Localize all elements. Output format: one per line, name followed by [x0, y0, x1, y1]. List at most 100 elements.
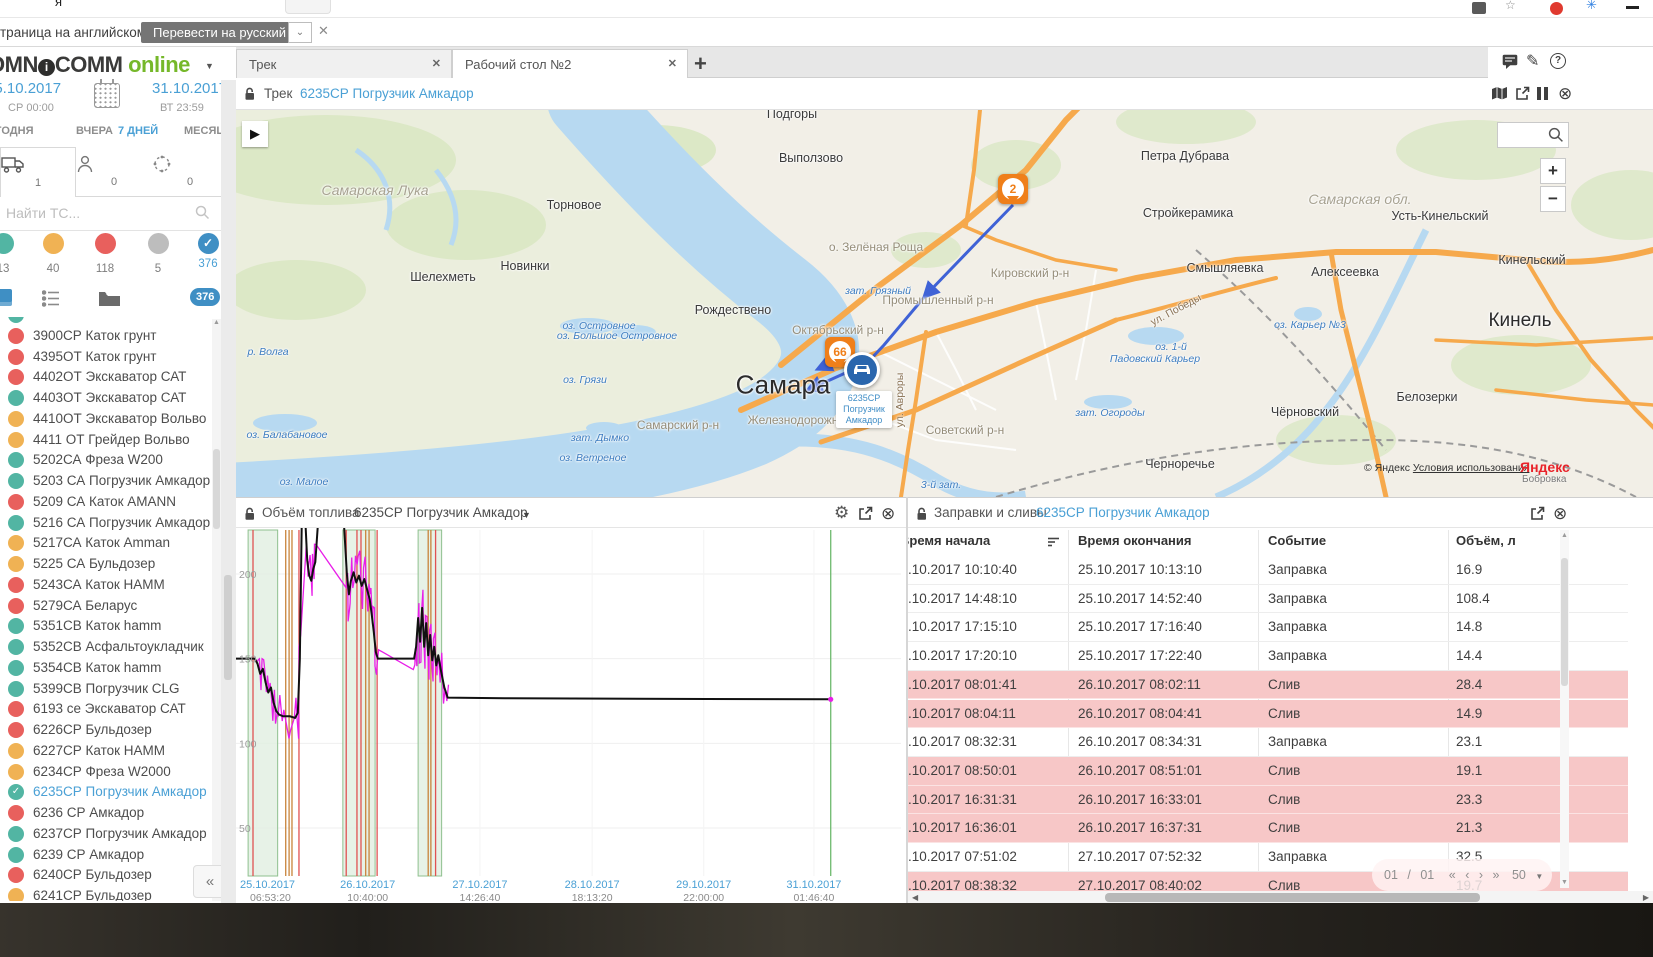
table-row[interactable]: 26.10.2017 16:31:3126.10.2017 16:33:01Сл… [908, 786, 1628, 815]
table-row[interactable]: 26.10.2017 08:01:4126.10.2017 08:02:11Сл… [908, 671, 1628, 700]
snowflake-icon[interactable]: ✳ [1586, 0, 1597, 13]
status-counter[interactable]: 118 [84, 233, 126, 275]
bookmark-star-icon[interactable]: ☆ [1505, 0, 1516, 12]
date-to[interactable]: 31.10.2017 ВТ 23:59 [152, 80, 227, 116]
date-from[interactable]: 25.10.2017 СР 00:00 [0, 80, 61, 116]
vehicle-list-item[interactable]: 5399СВ Погрузчик CLG [0, 679, 212, 700]
table-row[interactable]: 25.10.2017 17:15:1025.10.2017 17:16:40За… [908, 613, 1628, 642]
fuel-chart[interactable]: 2001501005025.10.201706:53:2026.10.20171… [236, 528, 906, 904]
tab-drivers[interactable]: 0 [76, 147, 152, 197]
extension-icon[interactable] [1472, 2, 1486, 14]
help-icon[interactable]: ? [1550, 53, 1566, 69]
vehicle-list-item[interactable]: 6193 се Экскаватор САТ [0, 699, 212, 720]
scroll-thumb[interactable] [1105, 893, 1480, 902]
vehicle-list-item[interactable]: ✓6235СР Погрузчик Амкадор [0, 782, 212, 803]
vehicle-list-item[interactable]: 6234СР Фреза W2000 [0, 762, 212, 783]
page-first-button[interactable]: « [1449, 868, 1456, 882]
vehicle-marker[interactable] [844, 352, 880, 388]
calendar-icon[interactable] [94, 83, 120, 108]
translate-button[interactable]: Перевести на русский [141, 22, 298, 43]
page-prev-button[interactable]: ‹ [1465, 868, 1469, 882]
vehicle-list-item[interactable]: 5217СА Каток Amman [0, 533, 212, 554]
column-header-start[interactable]: Время начала [908, 533, 1040, 548]
range-yesterday[interactable]: ВЧЕРА [76, 125, 113, 137]
tab-vehicles[interactable]: 1 [0, 147, 76, 197]
vehicle-list-item[interactable]: 6240СР Бульдозер [0, 865, 212, 886]
vehicle-search[interactable]: Найти ТС... [0, 197, 228, 231]
page-size-select[interactable]: 50 [1512, 868, 1526, 882]
vehicle-list-item[interactable]: 5203 СА Погрузчик Амкадор [0, 471, 212, 492]
table-row[interactable]: 26.10.2017 16:36:0126.10.2017 16:37:31Сл… [908, 814, 1628, 843]
unlock-icon[interactable] [244, 507, 256, 521]
play-track-button[interactable]: ▶ [242, 121, 268, 147]
minimize-icon[interactable] [1626, 6, 1639, 9]
vehicle-list-item[interactable]: 6239 СР Амкадор [0, 845, 212, 866]
vehicle-list-item[interactable]: 5354СВ Каток hamm [0, 658, 212, 679]
column-header-event[interactable]: Событие [1268, 533, 1326, 548]
map-marker-2[interactable]: 2 [998, 174, 1028, 204]
track-vehicle-link[interactable]: 6235СР Погрузчик Амкадор [300, 86, 474, 101]
vehicle-list-item[interactable]: 4403ОТ Экскаватор САТ [0, 388, 212, 409]
vehicle-list-item[interactable]: 5243СА Каток НАММ [0, 575, 212, 596]
scroll-thumb[interactable] [1561, 558, 1568, 686]
vehicle-list-item[interactable]: 5225 СА Бульдозер [0, 554, 212, 575]
sort-icon[interactable] [1048, 537, 1059, 547]
vehicle-list-item[interactable]: 6227СР Каток НАММ [0, 741, 212, 762]
vehicle-list-scrollbar[interactable]: ▲ ▼ [212, 319, 221, 901]
column-header-end[interactable]: Время окончания [1078, 533, 1191, 548]
tab-track[interactable]: Трек✕ [236, 49, 452, 79]
close-panel-icon[interactable]: ⊗ [1558, 86, 1572, 101]
tab-geofences[interactable]: 0 [152, 147, 228, 197]
browser-tab-fragment[interactable] [285, 0, 331, 14]
vehicle-list-item[interactable]: 6226СР Бульдозер [0, 720, 212, 741]
zoom-out-button[interactable]: − [1540, 186, 1566, 212]
close-tab-icon[interactable]: ✕ [432, 50, 441, 79]
translate-options-dropdown[interactable]: ⌄ [288, 22, 312, 43]
status-counter[interactable]: 5 [137, 233, 179, 275]
vehicle-list-item[interactable]: 5216 СА Погрузчик Амкадор [0, 513, 212, 534]
vehicle-list-item[interactable]: 5279СА Беларус [0, 596, 212, 617]
table-row[interactable]: 25.10.2017 14:48:1025.10.2017 14:52:40За… [908, 585, 1628, 614]
table-row[interactable]: 25.10.2017 17:20:1025.10.2017 17:22:40За… [908, 642, 1628, 671]
comment-icon[interactable] [1502, 54, 1518, 70]
close-tab-icon[interactable]: ✕ [668, 50, 677, 79]
vehicle-list-item[interactable]: 3900СР Каток грунт [0, 326, 212, 347]
folder-icon[interactable] [98, 290, 121, 307]
close-panel-icon[interactable]: ⊗ [1553, 506, 1567, 521]
chevron-down-icon[interactable]: ▼ [522, 510, 531, 520]
vehicle-list-item[interactable]: 6237СР Погрузчик Амкадор [0, 824, 212, 845]
expand-icon[interactable] [1515, 86, 1530, 101]
table-vertical-scrollbar[interactable]: ▲▼ [1560, 530, 1569, 888]
translate-close-icon[interactable]: ✕ [318, 23, 329, 39]
feedback-pencil-icon[interactable]: ✎ [1526, 51, 1539, 71]
range-7days[interactable]: 7 ДНЕЙ [118, 125, 158, 137]
vehicle-list-item[interactable]: 6236 СР Амкадор [0, 803, 212, 824]
vehicle-list-item[interactable]: 4402ОТ Экскаватор САТ [0, 367, 212, 388]
gutter-scroll-thumb[interactable] [224, 575, 232, 680]
vehicle-list-item[interactable]: 5202СА Фреза W200 [0, 450, 212, 471]
unlock-icon[interactable] [916, 507, 928, 521]
table-row[interactable]: 25.10.2017 10:10:4025.10.2017 10:13:10За… [908, 556, 1628, 585]
vehicle-list-item[interactable]: 4395ОТ Каток грунт [0, 347, 212, 368]
table-row[interactable]: 26.10.2017 08:50:0126.10.2017 08:51:01Сл… [908, 757, 1628, 786]
zoom-in-button[interactable]: + [1540, 158, 1566, 184]
table-horizontal-scrollbar[interactable]: ◀ ▶ [908, 891, 1653, 903]
vehicle-list-item[interactable]: 5352СВ Асфальтоукладчик [0, 637, 212, 658]
record-icon[interactable] [1550, 2, 1563, 15]
map-search-box[interactable] [1497, 122, 1569, 148]
map-legend-icon[interactable] [1491, 86, 1508, 101]
expand-icon[interactable] [858, 506, 873, 521]
add-tab-button[interactable]: + [694, 51, 707, 77]
status-counter[interactable]: 13 [0, 233, 24, 275]
list-icon[interactable] [42, 290, 60, 307]
scroll-thumb[interactable] [213, 449, 220, 529]
map[interactable]: ПодгорыВыползовоТорновоеСамарская ЛукаНо… [236, 110, 1653, 497]
table-row[interactable]: 26.10.2017 08:04:1126.10.2017 08:04:41Сл… [908, 700, 1628, 729]
vehicle-list-item[interactable] [0, 317, 212, 326]
tab-desktop2[interactable]: Рабочий стол №2✕ [452, 49, 688, 79]
vehicle-list-item[interactable]: 6241СР Бульдозер [0, 886, 212, 901]
vehicle-list-item[interactable]: 5351СВ Каток hamm [0, 616, 212, 637]
vehicle-list-item[interactable]: 4411 ОТ Грейдер Вольво [0, 430, 212, 451]
logo-dropdown-icon[interactable]: ▼ [205, 61, 214, 71]
page-last-button[interactable]: » [1493, 868, 1500, 882]
